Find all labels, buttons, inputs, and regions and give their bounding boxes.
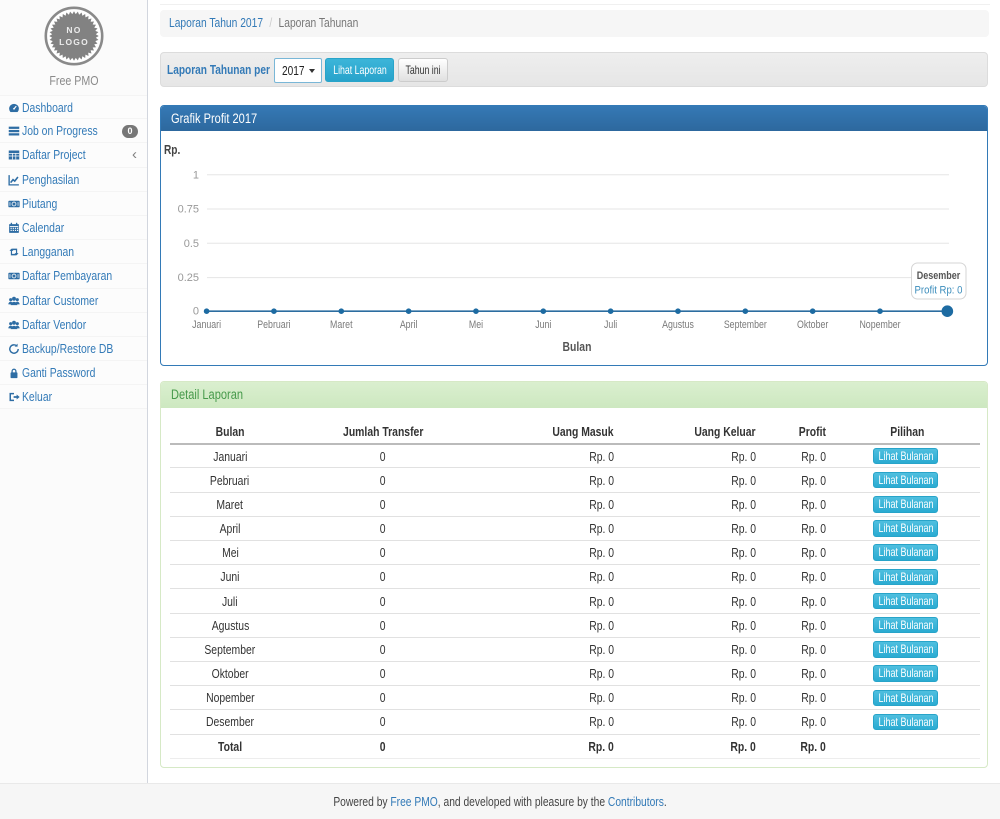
svg-text:Nopember: Nopember	[859, 319, 900, 331]
svg-text:Oktober: Oktober	[797, 319, 829, 331]
svg-text:NO: NO	[66, 25, 81, 35]
svg-text:0.75: 0.75	[178, 204, 199, 216]
svg-text:Rp.: Rp.	[164, 142, 180, 157]
svg-text:LOGO: LOGO	[59, 37, 89, 47]
svg-text:0.5: 0.5	[184, 238, 199, 250]
svg-text:0: 0	[193, 306, 199, 318]
svg-text:Profit Rp: 0: Profit Rp: 0	[915, 285, 963, 297]
svg-text:Bulan: Bulan	[563, 339, 592, 354]
svg-text:Mei: Mei	[469, 319, 483, 331]
svg-text:Maret: Maret	[330, 319, 353, 331]
svg-text:Pebruari: Pebruari	[257, 319, 290, 331]
svg-text:September: September	[724, 319, 767, 331]
svg-text:0.25: 0.25	[178, 272, 199, 284]
svg-text:Januari: Januari	[192, 319, 221, 331]
svg-text:April: April	[400, 319, 418, 331]
svg-text:Desember: Desember	[917, 270, 961, 282]
svg-text:1: 1	[193, 169, 199, 181]
svg-text:Agustus: Agustus	[662, 319, 694, 331]
svg-text:Juli: Juli	[604, 319, 617, 331]
svg-text:Juni: Juni	[535, 319, 551, 331]
